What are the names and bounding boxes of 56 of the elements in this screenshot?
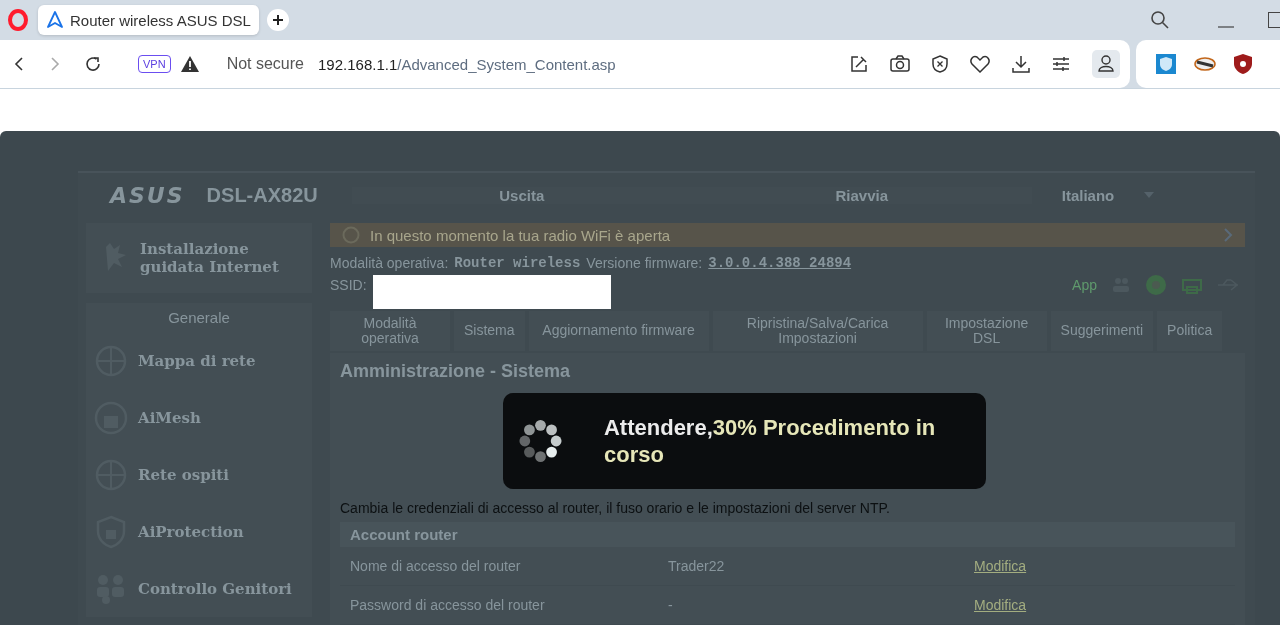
tab[interactable]: Aggiornamento firmware xyxy=(528,311,709,351)
section-header: Account router xyxy=(340,522,1235,547)
row-label: Nome di accesso del router xyxy=(349,558,522,574)
caret-icon xyxy=(1144,192,1155,198)
brand-logo: ASUS xyxy=(110,182,185,208)
browser-logo-icon[interactable] xyxy=(8,9,28,31)
minimize-icon[interactable] xyxy=(1218,25,1234,29)
tab[interactable]: Modalità operativa xyxy=(330,311,450,351)
shield-extension-icon[interactable] xyxy=(1234,54,1252,74)
download-icon[interactable] xyxy=(1012,55,1030,73)
sidebar-item[interactable]: Mappa di rete xyxy=(86,332,312,389)
tab[interactable]: Suggerimenti xyxy=(1050,311,1154,351)
section-heading: Generale xyxy=(167,308,231,328)
row-label: Password di accesso del router xyxy=(349,597,546,613)
edit-link[interactable]: Modifica xyxy=(974,558,1027,574)
notice-banner[interactable]: In questo momento la tua radio WiFi è aperta xyxy=(330,223,1245,247)
status-label: Modalità operativa: xyxy=(330,255,449,271)
spinner-icon xyxy=(517,417,564,465)
table-cell-text: Trader22 xyxy=(668,558,726,574)
edit-link[interactable]: Modifica xyxy=(974,597,1027,613)
status-label: Versione firmware: xyxy=(586,255,703,271)
app-link[interactable]: App xyxy=(1072,277,1097,293)
tab[interactable]: Ripristina/Salva/Carica Impostazioni xyxy=(712,311,923,351)
model-name: DSL-AX82U xyxy=(206,183,318,207)
maximize-icon[interactable] xyxy=(1268,12,1280,28)
search-icon[interactable] xyxy=(1150,10,1170,30)
heart-icon[interactable] xyxy=(970,55,990,73)
chevron-icon xyxy=(1223,227,1233,243)
arrow-icon xyxy=(46,11,64,29)
browser-tab[interactable]: Router wireless ASUS DSL xyxy=(38,5,259,35)
profile-icon[interactable] xyxy=(1092,50,1120,78)
progress-message: Attendere,30% Procedimento in corso xyxy=(604,413,937,469)
firmware-link[interactable]: 3.0.0.4.388_24894 xyxy=(708,255,852,271)
reload-icon[interactable] xyxy=(84,55,102,73)
new-tab-icon[interactable] xyxy=(266,9,289,31)
status-label: SSID: xyxy=(330,277,367,293)
sidebar-item[interactable]: AiProtection xyxy=(86,503,312,560)
sidebar-item[interactable]: Rete ospiti xyxy=(86,446,312,503)
language-dropdown[interactable]: Italiano xyxy=(1061,186,1155,204)
status-value[interactable]: Router wireless xyxy=(454,255,581,271)
table-cell-text: - xyxy=(668,597,674,613)
tab[interactable]: Impostazione DSL xyxy=(926,311,1047,351)
url-field[interactable]: 192.168.1.1/Advanced_System_Content.asp xyxy=(318,55,616,73)
setup-wizard-item[interactable]: Installazione guidata Internet xyxy=(86,223,312,293)
tab[interactable]: Politica xyxy=(1157,311,1223,351)
page-title: Amministrazione - Sistema xyxy=(340,361,572,382)
vpn-badge[interactable]: VPN xyxy=(138,55,171,73)
shield-icon[interactable] xyxy=(932,55,948,73)
sidebar-item[interactable]: AiMesh xyxy=(86,389,312,446)
settings-icon[interactable] xyxy=(1052,56,1070,72)
camera-icon[interactable] xyxy=(890,55,910,73)
back-icon[interactable] xyxy=(12,56,26,72)
tab[interactable]: Sistema xyxy=(454,311,525,351)
warning-icon xyxy=(180,56,199,72)
security-status[interactable]: Not secure xyxy=(226,55,304,73)
sidebar-item[interactable]: Controllo Genitori xyxy=(86,560,312,617)
